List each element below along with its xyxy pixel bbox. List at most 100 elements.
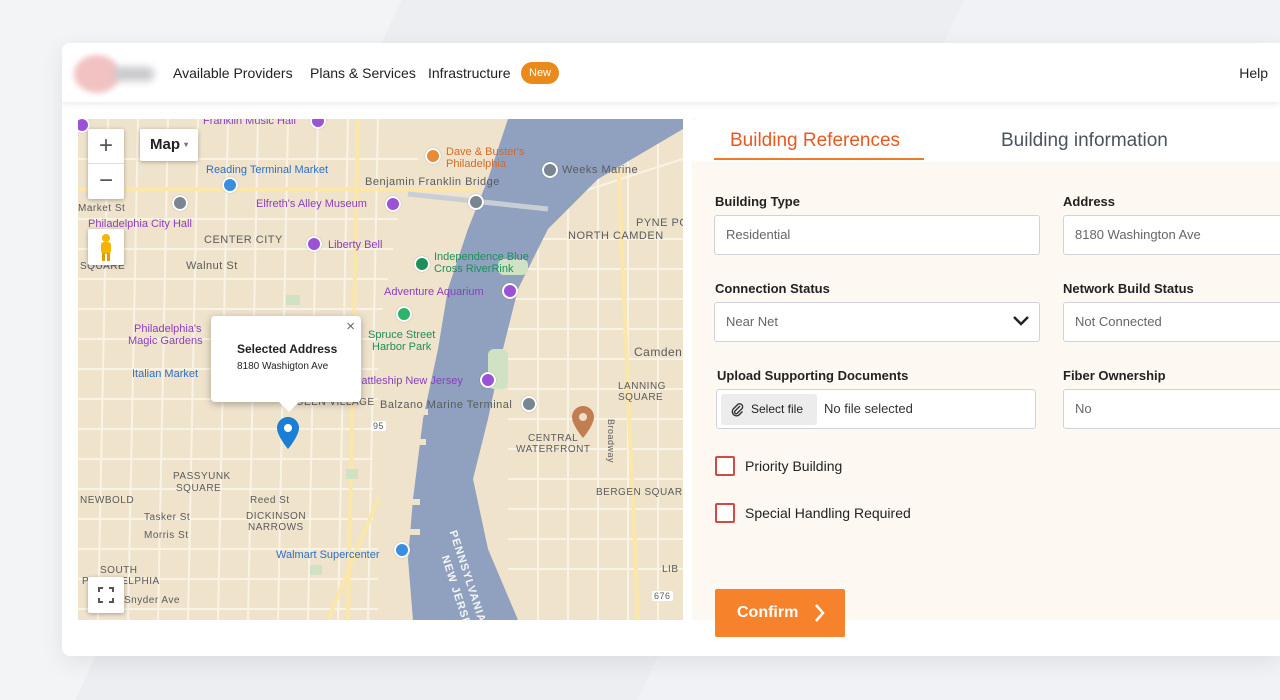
shopping-marker-icon[interactable]: [222, 177, 238, 193]
popup-address: 8180 Washigton Ave: [237, 361, 329, 372]
address-field[interactable]: 8180 Washington Ave: [1063, 215, 1280, 255]
map-label: Independence Blue: [434, 251, 529, 263]
fullscreen-icon[interactable]: [88, 577, 124, 613]
building-type-value: Residential: [726, 227, 791, 242]
map-label: SQUARE: [618, 392, 664, 403]
nav-available-providers[interactable]: Available Providers: [173, 65, 293, 81]
map-label: Benjamin Franklin Bridge: [365, 176, 500, 188]
fiber-ownership-field[interactable]: No: [1063, 389, 1280, 429]
connection-status-label: Connection Status: [715, 281, 830, 296]
selected-address-popup: × Selected Address 8180 Washigton Ave: [211, 316, 361, 412]
map-label: Battleship New Jersey: [354, 375, 463, 387]
map-label: LANNING: [618, 381, 666, 392]
map-label: SOUTH: [100, 565, 138, 576]
landmark-marker-icon[interactable]: [172, 195, 188, 211]
map-label: 95: [371, 421, 387, 431]
map-label: SQUARE: [176, 483, 222, 494]
popup-title: Selected Address: [237, 342, 338, 356]
street-view-pegman-icon[interactable]: [88, 229, 124, 265]
zoom-in-button[interactable]: +: [88, 129, 124, 164]
park-marker-icon[interactable]: [396, 306, 412, 322]
map-label: Market St: [78, 203, 126, 214]
confirm-label: Confirm: [737, 604, 799, 621]
place-marker-icon[interactable]: [468, 194, 484, 210]
map-label: Broadway: [606, 419, 616, 464]
building-type-field[interactable]: Residential: [714, 215, 1040, 255]
map-label: Weeks Marine: [562, 164, 639, 176]
map-label: Reed St: [250, 495, 290, 506]
map-type-dropdown[interactable]: Map ▾: [140, 129, 199, 161]
map-label: WATERFRONT: [516, 444, 591, 455]
map-label: Philadelphia: [446, 158, 506, 170]
nav-help[interactable]: Help: [1239, 65, 1268, 81]
chevron-down-icon: [1013, 316, 1029, 326]
map-label: Dave & Buster's: [446, 146, 525, 158]
map-label: Magic Gardens: [128, 335, 203, 347]
park-marker-icon[interactable]: [414, 256, 430, 272]
map-label: Camden: [634, 345, 683, 359]
tab-building-information[interactable]: Building information: [1001, 130, 1168, 152]
tab-building-references[interactable]: Building References: [730, 130, 900, 152]
fiber-ownership-label: Fiber Ownership: [1063, 368, 1166, 383]
priority-building-checkbox[interactable]: [715, 456, 735, 476]
map-view[interactable]: Franklin Music Hall Reading Terminal Mar…: [78, 119, 683, 620]
map-label: Franklin Music Hall: [203, 119, 296, 127]
address-label: Address: [1063, 194, 1116, 209]
restaurant-marker-icon[interactable]: [425, 148, 441, 164]
map-label: Adventure Aquarium: [384, 286, 484, 298]
address-value: 8180 Washington Ave: [1075, 227, 1201, 242]
selected-location-pin-icon[interactable]: [277, 417, 299, 449]
landmark-marker-icon[interactable]: [306, 236, 322, 252]
zoom-control: + −: [88, 129, 124, 199]
connection-status-value: Near Net: [726, 314, 779, 329]
nav-plans-services[interactable]: Plans & Services: [310, 65, 416, 81]
map-label: CENTRAL: [528, 433, 579, 444]
special-handling-label: Special Handling Required: [745, 505, 911, 521]
map-label: Morris St: [144, 530, 189, 541]
map-label: Snyder Ave: [124, 595, 180, 606]
map-label: Harbor Park: [372, 341, 432, 353]
location-pin-icon[interactable]: [572, 406, 594, 438]
chevron-right-icon: [815, 604, 825, 622]
map-label: Elfreth's Alley Museum: [256, 198, 367, 210]
place-marker-icon[interactable]: [542, 162, 558, 178]
select-file-button[interactable]: Select file: [721, 394, 817, 425]
shopping-marker-icon[interactable]: [394, 542, 410, 558]
map-label: LIB: [662, 564, 679, 575]
map-label: Italian Market: [132, 368, 199, 380]
museum-marker-icon[interactable]: [480, 372, 496, 388]
upload-documents-input[interactable]: Select file No file selected: [716, 389, 1036, 429]
special-handling-checkbox[interactable]: [715, 503, 735, 523]
close-icon[interactable]: ×: [346, 318, 355, 335]
map-label: CENTER CITY: [204, 234, 283, 246]
new-badge: New: [521, 62, 560, 84]
map-label: Walmart Supercenter: [276, 549, 380, 561]
map-label: NEWBOLD: [80, 495, 135, 506]
form-tabs: Building References Building information: [692, 118, 1280, 162]
aquarium-marker-icon[interactable]: [502, 283, 518, 299]
confirm-button[interactable]: Confirm: [715, 589, 845, 637]
priority-building-label: Priority Building: [745, 458, 843, 474]
brand-logo[interactable]: [70, 53, 156, 93]
dropdown-caret-icon: ▾: [184, 140, 189, 150]
map-label: Tasker St: [144, 512, 191, 523]
network-build-status-value: Not Connected: [1075, 314, 1162, 329]
map-label: DICKINSON: [246, 511, 307, 522]
network-build-status-field[interactable]: Not Connected: [1063, 302, 1280, 342]
zoom-out-button[interactable]: −: [88, 164, 124, 199]
map-label: Balzano Marine Terminal: [380, 399, 513, 411]
connection-status-select[interactable]: Near Net: [714, 302, 1040, 342]
map-label: 676: [652, 591, 673, 601]
building-form-panel: Building References Building information…: [692, 118, 1280, 637]
map-label: Liberty Bell: [328, 239, 383, 251]
fiber-ownership-value: No: [1075, 401, 1092, 416]
museum-marker-icon[interactable]: [385, 196, 401, 212]
map-label: Philadelphia's: [134, 323, 202, 335]
map-type-label: Map: [150, 136, 180, 153]
map-label: NORTH CAMDEN: [568, 230, 664, 242]
nav-infrastructure[interactable]: Infrastructure: [428, 65, 510, 81]
map-label: BERGEN SQUARE: [596, 487, 683, 498]
network-build-status-label: Network Build Status: [1063, 281, 1194, 296]
map-label: PYNE PO: [636, 217, 683, 229]
place-marker-icon[interactable]: [521, 396, 537, 412]
